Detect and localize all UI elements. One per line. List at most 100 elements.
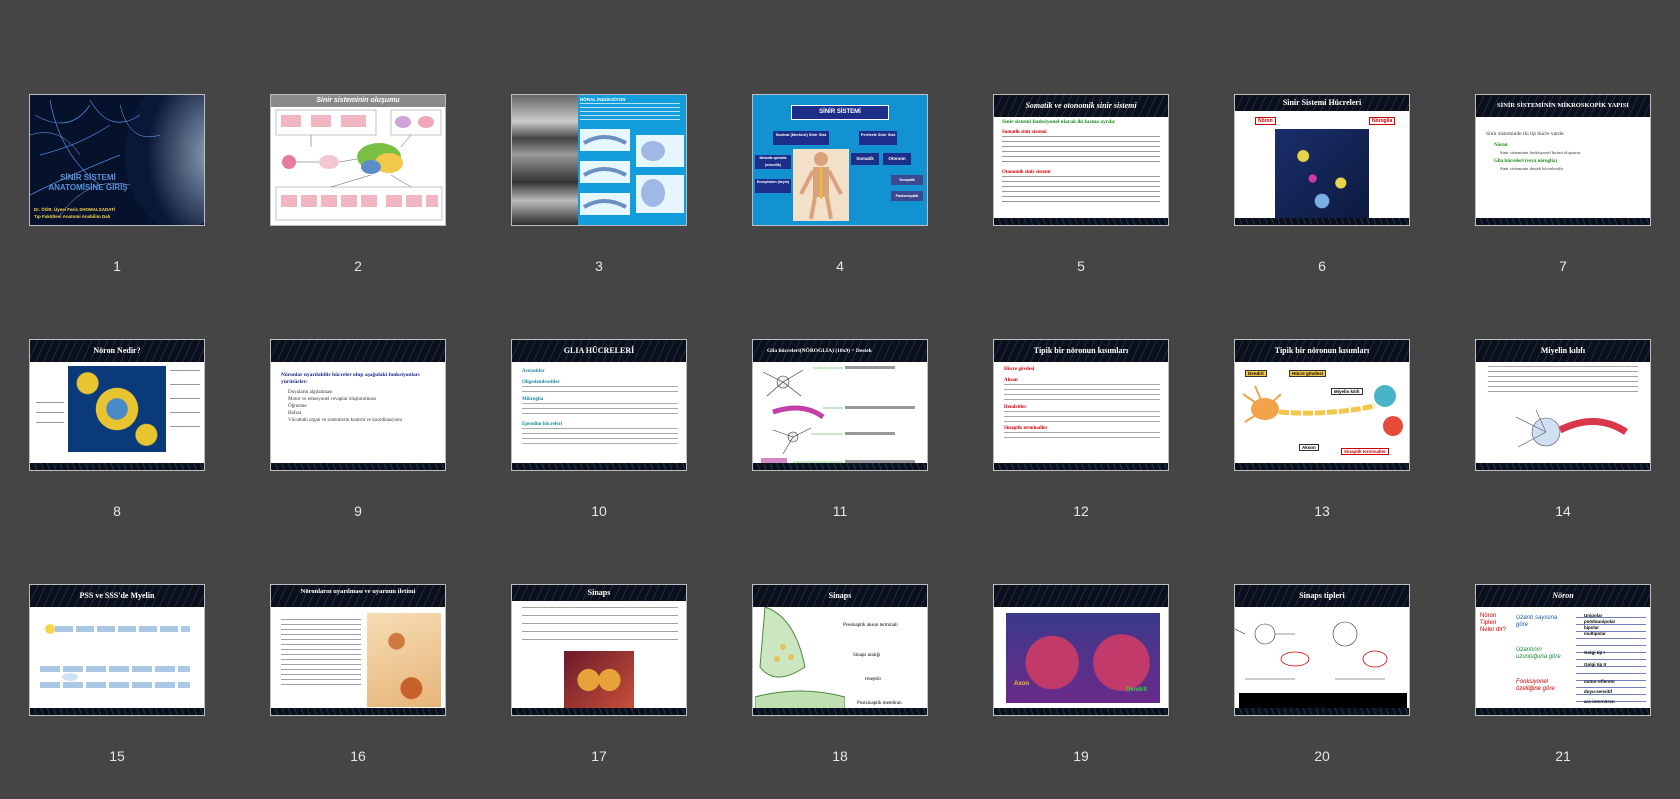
- slide-number: 6: [1318, 258, 1326, 274]
- slide-thumbnail-10[interactable]: GLIA HÜCRELERİ Astrositler Oligodendrosi…: [511, 339, 687, 519]
- dendrite-label: Dendrit: [1126, 687, 1147, 693]
- slide-thumbnail-2[interactable]: Sinir sisteminin oluşumu 2: [270, 94, 446, 274]
- text-lines: [522, 428, 678, 448]
- slide-thumbnail-5[interactable]: Somatik ve otonomik sinir sistemi Sinir …: [993, 94, 1169, 274]
- slide-thumbnail-1[interactable]: SİNİR SİSTEMİ ANATOMİSİNE GİRİŞ Dr. ÖĞR.…: [29, 94, 205, 274]
- slide-number: 16: [350, 748, 366, 764]
- slide-thumbnail-9[interactable]: Nöronlar uyarılabilir hücreler olup aşağ…: [270, 339, 446, 519]
- group-function: Fonksiyonel özelliğine göre: [1516, 679, 1555, 692]
- slide-preview: PSS ve SSS'de Myelin: [29, 584, 205, 716]
- slide-thumbnail-17[interactable]: Sinaps 17: [511, 584, 687, 764]
- slide-thumbnail-14[interactable]: Miyelin kılıfı 14: [1475, 339, 1651, 519]
- divider-lines: [1576, 611, 1646, 709]
- slide-thumbnail-19[interactable]: Axon Dendrit 19: [993, 584, 1169, 764]
- bullet: Glia hücreleri (veya nöroglia): [1494, 159, 1558, 164]
- slide-preview: SİNİR SİSTEMİ ANATOMİSİNE GİRİŞ Dr. ÖĞR.…: [29, 94, 205, 226]
- slide-thumbnail-13[interactable]: Tipik bir nöronun kısımları Dendrit Hücr…: [1234, 339, 1410, 519]
- slide-1-author: Dr. ÖĞR. Üyesi Faris SHOMALSADATİ: [34, 207, 116, 212]
- bullet: Öğrenme: [288, 404, 307, 409]
- slide-number: 17: [591, 748, 607, 764]
- slide-preview: Nöronlar uyarılabilir hücreler olup aşağ…: [270, 339, 446, 471]
- slide-thumbnail-4[interactable]: SİNİR SİSTEMİ Santral (Merkezi) Sinir Si…: [752, 94, 928, 274]
- slide-1-title: SİNİR SİSTEMİ ANATOMİSİNE GİRİŞ: [48, 173, 128, 192]
- slide-thumbnail-12[interactable]: Tipik bir nöronun kısımları Hücre gövdes…: [993, 339, 1169, 519]
- bullet: Ependim hücreleri: [522, 422, 563, 427]
- slide-preview: Nöronların uyarılması ve uyarının iletim…: [270, 584, 446, 716]
- slide-thumbnail-3[interactable]: NÖRAL İNDÜKSİYON 3: [511, 94, 687, 274]
- label-lines: [36, 402, 64, 432]
- bullet: Nöron: [1494, 143, 1508, 148]
- slide-header-band: [271, 340, 445, 362]
- footer-band: [1235, 463, 1409, 470]
- slide-preview: Sinir Sistemi Hücreleri Nöron Nöroglia: [1234, 94, 1410, 226]
- axon-label: Akson: [1299, 444, 1319, 451]
- slide-thumbnail-6[interactable]: Sinir Sistemi Hücreleri Nöron Nöroglia 6: [1234, 94, 1410, 274]
- slide-preview: SİNİR SİSTEMİNİN MİKROSKOPİK YAPISI Sini…: [1475, 94, 1651, 226]
- presynaptic-label: Presinaptik akson terminali: [843, 623, 898, 628]
- slide-thumbnail-21[interactable]: Nöron Nöron Tipleri Neler dir? Uzantı sa…: [1475, 584, 1651, 764]
- slide-18-title: Sinaps: [753, 585, 927, 607]
- footer-band: [994, 218, 1168, 225]
- glia-micrograph: [1275, 129, 1369, 219]
- slide-number: 8: [113, 503, 121, 519]
- embryo-development-diagram: [275, 109, 443, 221]
- slide-20-title: Sinaps tipleri: [1235, 585, 1409, 607]
- slide-preview: Sinir sisteminin oluşumu: [270, 94, 446, 226]
- spinal-box: Medulla spinalis (omurilik): [755, 155, 791, 169]
- slide-thumbnail-15[interactable]: PSS ve SSS'de Myelin 15: [29, 584, 205, 764]
- text-lines: [1002, 136, 1160, 166]
- slide-12-title: Tipik bir nöronun kısımları: [994, 340, 1168, 362]
- slide-17-title: Sinaps: [512, 585, 686, 601]
- footer-band: [994, 463, 1168, 470]
- slide-preview: SİNİR SİSTEMİ Santral (Merkezi) Sinir Si…: [752, 94, 928, 226]
- bullet: Oligodendrositler: [522, 380, 560, 385]
- slide-number: 10: [591, 503, 607, 519]
- slide-preview: Sinaps Presinaptik akson terminali Sinap…: [752, 584, 928, 716]
- neuron-types-side: Nöron Tipleri Neler dir?: [1480, 613, 1507, 633]
- slide-1-dept: Tıp Fakültesi Anatomi Anabilim Dalı: [34, 214, 111, 219]
- text-lines: [281, 619, 361, 689]
- synapse-types-legend: [1239, 693, 1407, 709]
- text-lines: [1004, 384, 1160, 404]
- autonomic-box: Otonom: [883, 153, 911, 165]
- text-lines: [1002, 176, 1160, 204]
- slide-thumbnail-11[interactable]: Glia hücreleri(NÖROGLIA) (10x9) = Destek…: [752, 339, 928, 519]
- myelin-label: Miyelin kılıfı: [1331, 388, 1363, 395]
- slide-thumbnail-8[interactable]: Nöron Nedir? 8: [29, 339, 205, 519]
- slide-number: 9: [354, 503, 362, 519]
- neuron-3d-illustration: [68, 366, 166, 452]
- slide-thumbnail-20[interactable]: Sinaps tipleri 20: [1234, 584, 1410, 764]
- slide-number: 7: [1559, 258, 1567, 274]
- heading-somatic: Somatik sinir sistemi: [1002, 130, 1047, 135]
- dendrite-label: Dendrit: [1245, 370, 1267, 377]
- slide-preview: Miyelin kılıfı: [1475, 339, 1651, 471]
- myelin-pns-cns-diagram: [40, 624, 190, 688]
- body-figure: [793, 149, 849, 221]
- slide-thumbnail-18[interactable]: Sinaps Presinaptik akson terminali Sinap…: [752, 584, 928, 764]
- cell-body-label: Hücre gövdesi: [1289, 370, 1327, 377]
- slide-5-title: Somatik ve otonomik sinir sistemi: [994, 95, 1168, 117]
- footer-band: [1235, 218, 1409, 225]
- glia-cell-types-diagram: [761, 366, 915, 466]
- bullet: Sinir sisteminin fonksiyonel birimi oluş…: [1500, 150, 1581, 155]
- bullet: Mikroglia: [522, 397, 544, 402]
- subtitle: Sinir sistemi fonksiyonel olarak iki kıs…: [1002, 119, 1116, 125]
- slide-sorter-grid: SİNİR SİSTEMİ ANATOMİSİNE GİRİŞ Dr. ÖĞR.…: [29, 94, 1651, 764]
- slide-14-title: Miyelin kılıfı: [1476, 340, 1650, 362]
- footer-band: [994, 708, 1168, 715]
- footer-band: [753, 708, 927, 715]
- synaptic-terminal-label: Sinaptik terminaller: [1341, 448, 1389, 455]
- slide-2-title: Sinir sisteminin oluşumu: [271, 95, 445, 107]
- slide-thumbnail-16[interactable]: Nöronların uyarılması ve uyarının iletim…: [270, 584, 446, 764]
- parasympathetic-box: Parasempatik: [891, 191, 923, 201]
- footer-band: [753, 463, 927, 470]
- synaptic-cleft-label: Sinaps aralığı: [853, 653, 881, 658]
- slide-number: 13: [1314, 503, 1330, 519]
- slide-number: 21: [1555, 748, 1571, 764]
- axon-label: Axon: [1014, 681, 1029, 687]
- text-lines: [522, 403, 678, 417]
- slide-thumbnail-7[interactable]: SİNİR SİSTEMİNİN MİKROSKOPİK YAPISI Sini…: [1475, 94, 1651, 274]
- human-body-icon: [799, 152, 843, 220]
- group-length: Uzantının uzunluğuna göre: [1516, 647, 1561, 660]
- footer-band: [1235, 708, 1409, 715]
